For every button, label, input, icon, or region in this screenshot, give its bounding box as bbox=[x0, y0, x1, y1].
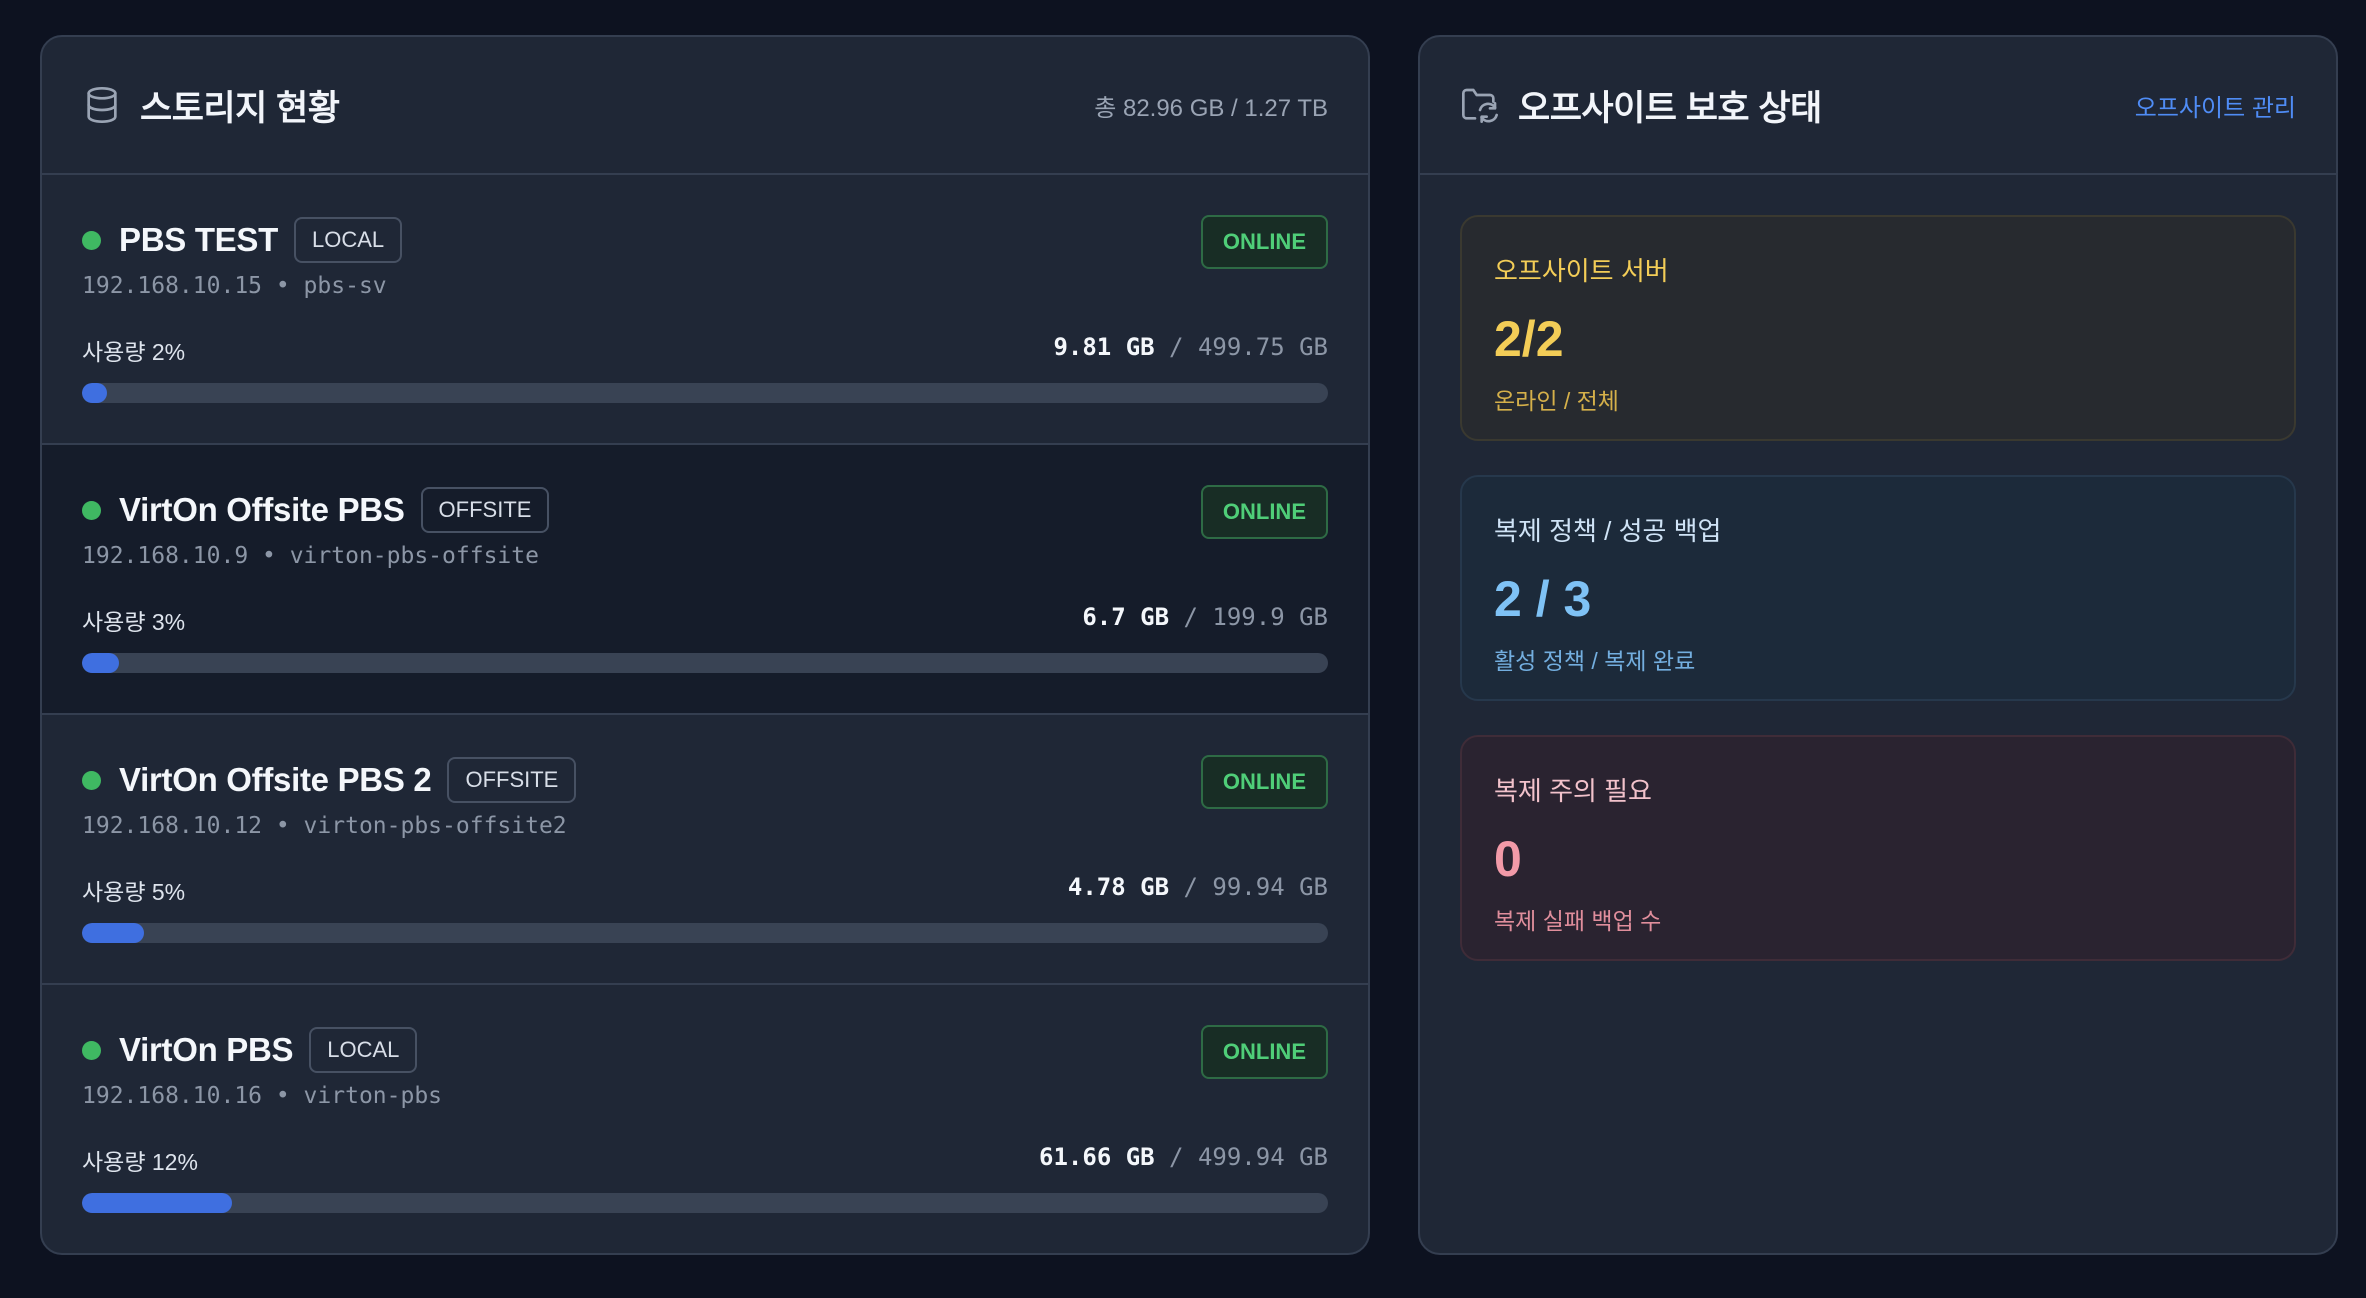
server-name: VirtOn PBS bbox=[119, 1031, 294, 1068]
server-type-tag: LOCAL bbox=[293, 217, 403, 263]
server-type-tag: OFFSITE bbox=[447, 757, 577, 803]
usage-bar bbox=[82, 923, 1328, 943]
card-title: 복제 정책 / 성공 백업 bbox=[1494, 516, 1722, 546]
usage-amount: 61.66 GB / 499.94 GB bbox=[1039, 1143, 1328, 1171]
usage-bar-fill bbox=[82, 383, 107, 403]
storage-row[interactable]: VirtOn PBS LOCAL ONLINE 192.168.10.16 • … bbox=[42, 985, 1368, 1253]
usage-capacity: / 99.94 GB bbox=[1169, 873, 1328, 901]
card-subtitle: 복제 실패 백업 수 bbox=[1494, 908, 1662, 934]
server-address: 192.168.10.15 • pbs-sv bbox=[82, 273, 387, 299]
server-name: PBS TEST bbox=[119, 221, 278, 258]
card-subtitle: 온라인 / 전체 bbox=[1494, 388, 1619, 414]
usage-bar-fill bbox=[82, 653, 120, 673]
usage-label: 사용량 12% bbox=[82, 1149, 198, 1175]
card-value: 2/2 bbox=[1494, 311, 1564, 367]
usage-label: 사용량 5% bbox=[82, 879, 186, 905]
server-name: VirtOn Offsite PBS 2 bbox=[119, 761, 432, 798]
usage-bar bbox=[82, 383, 1328, 403]
online-indicator bbox=[82, 500, 101, 520]
storage-panel-title: 스토리지 현황 bbox=[140, 88, 340, 128]
card-title: 오프사이트 서버 bbox=[1494, 256, 1669, 286]
usage-label: 사용량 3% bbox=[82, 609, 186, 635]
storage-panel: 스토리지 현황 총 82.96 GB / 1.27 TB PBS TEST LO… bbox=[40, 35, 1370, 1255]
replication-warning-card: 복제 주의 필요 0 복제 실패 백업 수 bbox=[1460, 735, 2296, 961]
usage-amount: 4.78 GB / 99.94 GB bbox=[1068, 873, 1328, 901]
usage-capacity: / 499.94 GB bbox=[1154, 1143, 1328, 1171]
server-address: 192.168.10.12 • virton-pbs-offsite2 bbox=[82, 813, 567, 839]
usage-bar bbox=[82, 653, 1328, 673]
online-indicator bbox=[82, 230, 101, 250]
server-address: 192.168.10.9 • virton-pbs-offsite bbox=[82, 543, 539, 569]
status-badge: ONLINE bbox=[1200, 215, 1328, 269]
replication-policy-card: 복제 정책 / 성공 백업 2 / 3 활성 정책 / 복제 완료 bbox=[1460, 475, 2296, 701]
usage-bar-fill bbox=[82, 1193, 232, 1213]
usage-label: 사용량 2% bbox=[82, 339, 186, 365]
server-type-tag: OFFSITE bbox=[420, 487, 550, 533]
storage-total: 총 82.96 GB / 1.27 TB bbox=[1094, 94, 1328, 122]
storage-row[interactable]: VirtOn Offsite PBS 2 OFFSITE ONLINE 192.… bbox=[42, 715, 1368, 985]
status-badge: ONLINE bbox=[1200, 485, 1328, 539]
server-type-tag: LOCAL bbox=[309, 1027, 418, 1073]
card-value: 0 bbox=[1494, 831, 1522, 887]
usage-used: 6.7 GB bbox=[1082, 603, 1170, 631]
usage-capacity: / 499.75 GB bbox=[1154, 333, 1328, 361]
usage-used: 4.78 GB bbox=[1067, 873, 1170, 901]
storage-row[interactable]: VirtOn Offsite PBS OFFSITE ONLINE 192.16… bbox=[42, 445, 1368, 715]
usage-amount: 6.7 GB / 199.9 GB bbox=[1082, 603, 1328, 631]
storage-panel-header: 스토리지 현황 총 82.96 GB / 1.27 TB bbox=[42, 37, 1368, 175]
usage-bar bbox=[82, 1193, 1328, 1213]
database-icon bbox=[82, 85, 122, 125]
usage-used: 61.66 GB bbox=[1039, 1143, 1155, 1171]
card-title: 복제 주의 필요 bbox=[1494, 776, 1652, 806]
server-name: VirtOn Offsite PBS bbox=[119, 491, 405, 528]
online-indicator bbox=[82, 770, 101, 790]
offsite-panel-title: 오프사이트 보호 상태 bbox=[1518, 88, 1822, 128]
usage-bar-fill bbox=[82, 923, 145, 943]
folder-sync-icon bbox=[1460, 85, 1500, 125]
server-address: 192.168.10.16 • virton-pbs bbox=[82, 1083, 443, 1109]
status-badge: ONLINE bbox=[1200, 1025, 1328, 1079]
usage-capacity: / 199.9 GB bbox=[1169, 603, 1328, 631]
card-value: 2 / 3 bbox=[1494, 571, 1592, 627]
offsite-server-card: 오프사이트 서버 2/2 온라인 / 전체 bbox=[1460, 215, 2296, 441]
offsite-cards: 오프사이트 서버 2/2 온라인 / 전체 복제 정책 / 성공 백업 2 / … bbox=[1420, 175, 2336, 1035]
online-indicator bbox=[82, 1040, 101, 1060]
status-badge: ONLINE bbox=[1200, 755, 1328, 809]
offsite-manage-link[interactable]: 오프사이트 관리 bbox=[2135, 88, 2296, 123]
card-subtitle: 활성 정책 / 복제 완료 bbox=[1494, 648, 1696, 674]
usage-used: 9.81 GB bbox=[1053, 333, 1155, 361]
offsite-panel-header: 오프사이트 보호 상태 오프사이트 관리 bbox=[1420, 37, 2336, 175]
dashboard: 스토리지 현황 총 82.96 GB / 1.27 TB PBS TEST LO… bbox=[0, 0, 2366, 1298]
usage-amount: 9.81 GB / 499.75 GB bbox=[1053, 333, 1328, 361]
storage-row[interactable]: PBS TEST LOCAL ONLINE 192.168.10.15 • pb… bbox=[42, 175, 1368, 445]
offsite-panel: 오프사이트 보호 상태 오프사이트 관리 오프사이트 서버 2/2 온라인 / … bbox=[1418, 35, 2338, 1255]
